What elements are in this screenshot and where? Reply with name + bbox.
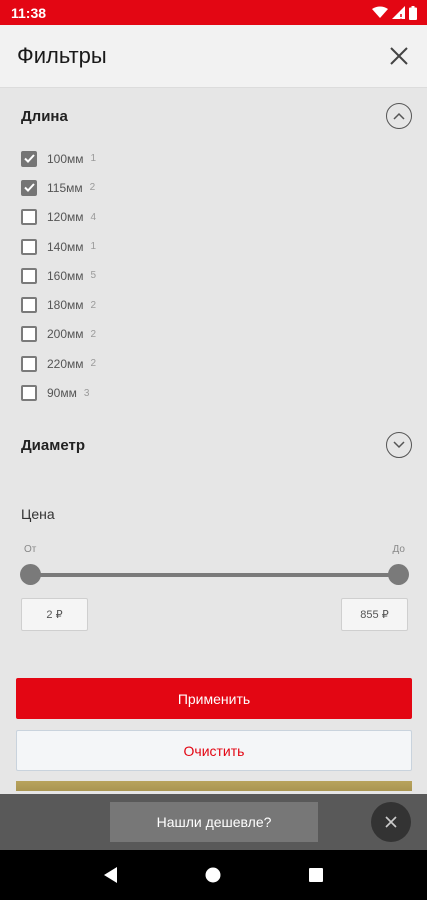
- home-circle-icon: [205, 867, 221, 883]
- checkbox[interactable]: [21, 179, 37, 196]
- page-title: Фильтры: [17, 43, 107, 68]
- price-from-label: От: [24, 544, 37, 555]
- filters-content[interactable]: Длина 100мм 1 115мм 2 120мм 4 140мм 1 160мм 5 180м…: [0, 88, 427, 791]
- checkmark-icon: [23, 183, 35, 193]
- price-slider-min-handle[interactable]: [19, 564, 41, 585]
- length-option-label: 160мм: [47, 268, 84, 283]
- checkbox[interactable]: [21, 267, 37, 284]
- app-bar: Фильтры: [0, 25, 427, 88]
- clear-button[interactable]: Очистить: [16, 730, 412, 771]
- checkbox[interactable]: [21, 297, 37, 314]
- length-option-count: 2: [89, 182, 96, 194]
- checkbox[interactable]: [21, 238, 37, 255]
- chevron-up-icon: [393, 112, 405, 120]
- length-section-header[interactable]: Длина: [21, 103, 412, 129]
- apply-button[interactable]: Применить: [16, 678, 412, 719]
- checkbox[interactable]: [21, 209, 37, 226]
- length-option-count: 2: [90, 358, 97, 370]
- length-option-label: 100мм: [47, 151, 84, 166]
- status-bar: 11:38: [0, 0, 427, 25]
- found-cheaper-banner: Нашли дешевле?: [0, 794, 427, 850]
- length-option[interactable]: 160мм 5: [21, 261, 96, 290]
- length-option[interactable]: 140мм 1: [21, 232, 96, 261]
- price-section-title: Цена: [21, 506, 55, 522]
- length-option[interactable]: 120мм 4: [21, 203, 96, 232]
- length-option-label: 120мм: [47, 210, 84, 225]
- length-option-count: 2: [90, 299, 97, 311]
- checkbox[interactable]: [21, 385, 37, 402]
- chevron-down-icon: [393, 441, 405, 449]
- checkmark-icon: [23, 154, 35, 164]
- battery-icon: [409, 5, 417, 20]
- status-time: 11:38: [11, 4, 47, 21]
- length-option[interactable]: 220мм 2: [21, 349, 96, 378]
- price-max-input[interactable]: 855 ₽: [341, 598, 408, 631]
- product-image: [16, 781, 412, 791]
- length-option-label: 220мм: [47, 356, 84, 371]
- length-option-count: 3: [83, 387, 90, 399]
- length-option-count: 2: [90, 328, 97, 340]
- wifi-icon: [372, 6, 388, 18]
- close-icon: [390, 47, 408, 65]
- length-options-list: 100мм 1 115мм 2 120мм 4 140мм 1 160мм 5 180мм 2 200м…: [21, 144, 96, 408]
- length-option-label: 180мм: [47, 298, 84, 313]
- length-option-label: 90мм: [47, 386, 77, 401]
- banner-close-button[interactable]: [371, 802, 411, 842]
- diameter-section-title: Диаметр: [21, 436, 85, 454]
- diameter-section-header[interactable]: Диаметр: [21, 432, 412, 458]
- price-slider-track[interactable]: [30, 573, 398, 577]
- recents-square-icon: [308, 868, 323, 882]
- close-icon: [385, 816, 397, 828]
- price-to-label: До: [392, 544, 405, 555]
- length-collapse-button[interactable]: [386, 103, 412, 129]
- back-triangle-icon: [104, 867, 118, 883]
- status-icons: [372, 5, 417, 20]
- price-min-input[interactable]: 2 ₽: [21, 598, 88, 631]
- nav-recents-button[interactable]: [301, 860, 331, 890]
- length-option[interactable]: 115мм 2: [21, 173, 96, 202]
- length-option-count: 4: [90, 211, 97, 223]
- length-option[interactable]: 200мм 2: [21, 320, 96, 349]
- diameter-expand-button[interactable]: [386, 432, 412, 458]
- system-nav-bar: [0, 850, 427, 900]
- found-cheaper-button[interactable]: Нашли дешевле?: [110, 802, 318, 842]
- length-section-title: Длина: [21, 107, 68, 125]
- nav-back-button[interactable]: [96, 860, 126, 890]
- checkbox[interactable]: [21, 326, 37, 343]
- length-option-count: 5: [90, 270, 97, 282]
- checkbox[interactable]: [21, 150, 37, 167]
- close-button[interactable]: [385, 42, 413, 70]
- length-option[interactable]: 100мм 1: [21, 144, 96, 173]
- signal-icon: [392, 6, 405, 19]
- length-option[interactable]: 90мм 3: [21, 378, 96, 407]
- price-slider-max-handle[interactable]: [387, 564, 409, 585]
- length-option-count: 1: [90, 153, 97, 165]
- length-option-label: 115мм: [47, 180, 83, 195]
- length-option[interactable]: 180мм 2: [21, 290, 96, 319]
- length-option-count: 1: [90, 241, 97, 253]
- length-option-label: 140мм: [47, 239, 84, 254]
- length-option-label: 200мм: [47, 327, 84, 342]
- nav-home-button[interactable]: [198, 860, 228, 890]
- checkbox[interactable]: [21, 355, 37, 372]
